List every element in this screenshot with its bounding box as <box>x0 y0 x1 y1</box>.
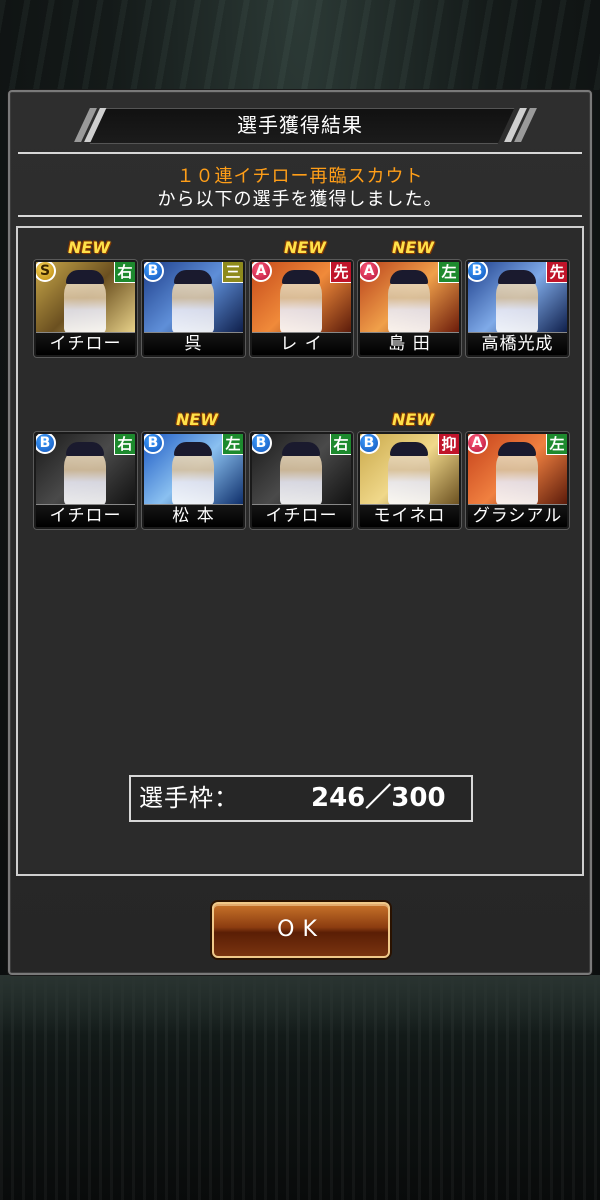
rank-badge: A <box>252 262 272 282</box>
stadium-background <box>0 975 600 1200</box>
position-badge: 左 <box>546 434 567 455</box>
ok-button[interactable]: OK <box>212 902 390 958</box>
player-card[interactable]: イチロー B 右 <box>34 432 137 529</box>
position-badge: 左 <box>438 262 459 283</box>
position-badge: 先 <box>330 262 351 283</box>
player-card[interactable]: グラシアル A 左 <box>466 432 569 529</box>
player-card[interactable]: レ イ A 先 <box>250 260 353 357</box>
dialog-title: 選手獲得結果 <box>237 113 363 137</box>
rank-badge: B <box>144 262 164 282</box>
roster-slot-box: 選手枠： 246／300 <box>129 775 473 822</box>
stadium-lights-background <box>0 0 600 90</box>
position-badge: 右 <box>330 434 351 455</box>
player-card[interactable]: モイネロ B 抑 <box>358 432 461 529</box>
player-cap <box>66 270 104 284</box>
result-message: から以下の選手を獲得しました。 <box>157 189 443 210</box>
player-card[interactable]: 高橋光成 B 先 <box>466 260 569 357</box>
divider <box>18 152 582 154</box>
new-badge: NEW <box>392 238 434 257</box>
player-cap <box>390 270 428 284</box>
position-badge: 右 <box>114 262 135 283</box>
rank-badge: B <box>252 434 272 454</box>
player-name: 島 田 <box>360 332 459 355</box>
rank-badge: A <box>468 434 488 454</box>
player-cap <box>498 442 536 456</box>
rank-badge: A <box>360 262 380 282</box>
player-name: 呉 <box>144 332 243 355</box>
roster-slot-label: 選手枠： <box>139 784 239 812</box>
divider <box>18 215 582 217</box>
rank-badge: B <box>360 434 380 454</box>
new-badge: NEW <box>68 238 110 257</box>
player-name: グラシアル <box>468 504 567 527</box>
position-badge: 先 <box>546 262 567 283</box>
player-name: 松 本 <box>144 504 243 527</box>
rank-badge: S <box>36 262 56 282</box>
player-cap <box>174 442 212 456</box>
player-cap <box>498 270 536 284</box>
position-badge: 右 <box>114 434 135 455</box>
player-cap <box>390 442 428 456</box>
player-name: モイネロ <box>360 504 459 527</box>
result-dialog: 選手獲得結果 １０連イチロー再臨スカウト から以下の選手を獲得しました。 イチロ… <box>8 90 592 975</box>
player-cap <box>174 270 212 284</box>
rank-badge: B <box>36 434 56 454</box>
player-name: レ イ <box>252 332 351 355</box>
player-name: イチロー <box>36 332 135 355</box>
player-cap <box>66 442 104 456</box>
player-card[interactable]: 呉 B 三 <box>142 260 245 357</box>
player-name: 高橋光成 <box>468 332 567 355</box>
player-card[interactable]: 島 田 A 左 <box>358 260 461 357</box>
new-badge: NEW <box>392 410 434 429</box>
roster-slot-value: 246／300 <box>311 783 446 813</box>
player-cap <box>282 442 320 456</box>
player-cap <box>282 270 320 284</box>
position-badge: 左 <box>222 434 243 455</box>
player-card[interactable]: イチロー B 右 <box>250 432 353 529</box>
player-name: イチロー <box>36 504 135 527</box>
rank-badge: B <box>144 434 164 454</box>
position-badge: 抑 <box>438 434 459 455</box>
new-badge: NEW <box>176 410 218 429</box>
player-card[interactable]: イチロー S 右 <box>34 260 137 357</box>
rank-badge: B <box>468 262 488 282</box>
new-badge: NEW <box>284 238 326 257</box>
position-badge: 三 <box>222 262 243 283</box>
player-name: イチロー <box>252 504 351 527</box>
player-card[interactable]: 松 本 B 左 <box>142 432 245 529</box>
